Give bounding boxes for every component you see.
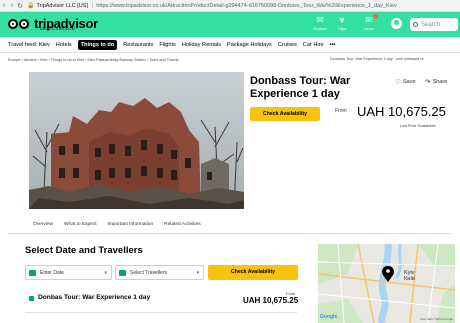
map-image bbox=[318, 244, 455, 323]
low-price-guarantee-link[interactable]: Low Price Guarantee bbox=[400, 124, 436, 128]
heart-icon: ♥ bbox=[339, 15, 345, 25]
inbox-button[interactable]: ✉ Inbox bbox=[356, 14, 382, 31]
share-icon: ↷ bbox=[425, 79, 431, 86]
chevron-down-icon: ▾ bbox=[104, 270, 107, 276]
breadcrumb[interactable]: Europe › Ukraine › Kiev › Things to do i… bbox=[8, 58, 179, 62]
ticket-icon bbox=[29, 296, 34, 301]
nav-cruises[interactable]: Cruises bbox=[278, 42, 297, 48]
nav-restaurants[interactable]: Restaurants bbox=[123, 42, 153, 48]
tab-overview[interactable]: Overview bbox=[33, 222, 53, 227]
price-from-label: From bbox=[335, 108, 347, 114]
calendar-icon bbox=[29, 269, 36, 276]
nav-things-to-do[interactable]: Things to do bbox=[77, 39, 118, 50]
share-button[interactable]: ↷ Share bbox=[425, 78, 447, 86]
reload-icon[interactable]: ↻ bbox=[16, 2, 24, 10]
google-logo: Google bbox=[320, 314, 338, 320]
browser-url-bar[interactable]: ‹ › ↻ 🔒 TripAdvisor LLC [US] | https://w… bbox=[0, 0, 460, 12]
chevron-down-icon: ▾ bbox=[196, 270, 199, 276]
enter-date-dropdown[interactable]: Enter Date ▾ bbox=[25, 265, 112, 280]
nav-flights[interactable]: Flights bbox=[159, 42, 175, 48]
ruined-building-image bbox=[29, 72, 244, 209]
product-option-price: UAH 10,675.25 bbox=[243, 296, 299, 305]
heart-icon: ♡ bbox=[395, 79, 401, 86]
nav-package-holidays[interactable]: Package Holidays bbox=[227, 42, 272, 48]
map-city-label: Kyiv Київ bbox=[404, 270, 415, 282]
tab-what-to-expect[interactable]: What to Expect bbox=[64, 222, 97, 227]
search-input[interactable]: Search bbox=[410, 18, 458, 31]
map-copyright: Map data ©2019 Google bbox=[420, 317, 453, 321]
page-title: Donbass Tour: War Experience 1 day bbox=[250, 75, 351, 100]
search-icon bbox=[413, 22, 418, 27]
forward-icon[interactable]: › bbox=[8, 2, 16, 9]
page-subtitle: Donbass Tour: War Experience 1 day - wit… bbox=[330, 57, 424, 61]
site-header: tripadvisor UNITED KINGDOM ✉ Booked ♥ Tr… bbox=[0, 12, 460, 37]
product-option-title[interactable]: Donbas Tour: War Experience 1 day bbox=[38, 294, 150, 301]
more-menu-button[interactable]: ••• bbox=[330, 42, 336, 48]
travel-feed-link[interactable]: Travel feed: Kiev bbox=[8, 42, 50, 48]
site-identity: TripAdvisor LLC [US] bbox=[36, 2, 88, 9]
back-icon[interactable]: ‹ bbox=[0, 2, 8, 9]
product-price: UAH 10,675.25 bbox=[357, 104, 446, 119]
inbox-icon: ✉ bbox=[365, 15, 373, 25]
lock-icon: 🔒 bbox=[27, 3, 35, 9]
product-photo[interactable] bbox=[29, 72, 244, 209]
avatar[interactable] bbox=[391, 18, 402, 29]
save-button[interactable]: ♡ Save bbox=[395, 78, 416, 86]
main-nav: Travel feed: Kiev Hotels Things to do Re… bbox=[0, 37, 460, 53]
select-date-heading: Select Date and Travellers bbox=[25, 245, 143, 256]
check-availability-button[interactable]: Check Availability bbox=[250, 107, 320, 121]
select-travellers-dropdown[interactable]: Select Travellers ▾ bbox=[115, 265, 204, 280]
travellers-icon bbox=[119, 269, 126, 276]
nav-holiday-rentals[interactable]: Holiday Rentals bbox=[182, 42, 221, 48]
divider bbox=[8, 233, 452, 234]
location-map[interactable]: Kyiv Київ Google Map data ©2019 Google bbox=[318, 244, 455, 323]
search-placeholder: Search bbox=[421, 21, 441, 28]
trips-button[interactable]: ♥ Trips bbox=[329, 15, 355, 31]
url-text[interactable]: https://www.tripadvisor.co.uk/Attraction… bbox=[96, 3, 460, 9]
nav-hotels[interactable]: Hotels bbox=[56, 42, 72, 48]
tab-related-activities[interactable]: Related Activities bbox=[164, 222, 201, 227]
divider bbox=[25, 312, 297, 313]
logo-subtitle: UNITED KINGDOM bbox=[40, 27, 75, 31]
tab-important-information[interactable]: Important Information bbox=[108, 222, 154, 227]
owl-logo-icon bbox=[8, 18, 32, 30]
nav-car-hire[interactable]: Car Hire bbox=[303, 42, 324, 48]
notification-badge bbox=[373, 14, 378, 19]
check-availability-button-2[interactable]: Check Availability bbox=[208, 265, 298, 280]
section-tabs: Overview What to Expect Important Inform… bbox=[33, 222, 212, 227]
